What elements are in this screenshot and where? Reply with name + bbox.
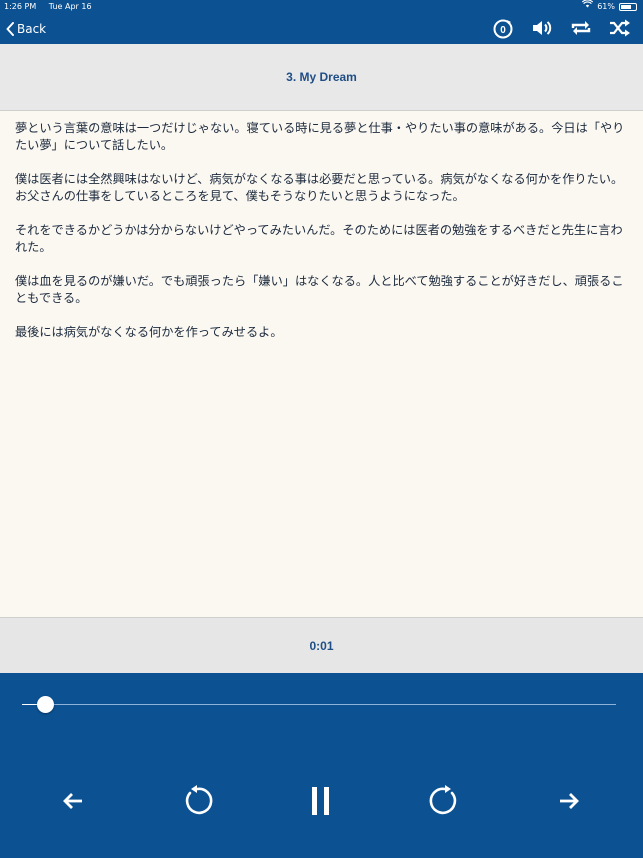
transcript-paragraph: それをできるかどうかは分からないけどやってみたいんだ。そのためには医者の勉強をす… <box>15 223 623 254</box>
top-bar: 1:26 PM Tue Apr 16 61% Back 0 <box>0 0 643 44</box>
transcript-paragraph: 夢という言葉の意味は一つだけじゃない。寝ている時に見る夢と仕事・やりたい事の意味… <box>15 121 625 152</box>
repeat-icon[interactable] <box>570 16 592 40</box>
seek-thumb[interactable] <box>37 696 55 713</box>
wifi-icon <box>582 0 594 13</box>
lesson-title-bar: 3. My Dream <box>0 44 643 111</box>
timer-badge: 0 <box>500 25 506 36</box>
transcript-paragraph: 僕は医者には全然興味はないけど、病気がなくなる事は必要だと思っている。病気がなく… <box>15 172 624 203</box>
back-label: Back <box>17 22 47 36</box>
lesson-title: 3. My Dream <box>286 70 357 84</box>
transcript-paragraph: 最後には病気がなくなる何かを作ってみせるよ。 <box>15 325 283 339</box>
elapsed-time: 0:01 <box>309 639 334 653</box>
forward-icon <box>429 785 457 815</box>
shuffle-icon[interactable] <box>609 16 631 40</box>
chevron-left-icon <box>6 22 14 36</box>
volume-icon[interactable] <box>531 16 553 40</box>
status-bar: 1:26 PM Tue Apr 16 61% <box>0 0 643 14</box>
forward-button[interactable] <box>425 781 465 821</box>
previous-button[interactable] <box>53 781 93 821</box>
player-controls <box>0 673 643 858</box>
transcript-text: 夢という言葉の意味は一つだけじゃない。寝ている時に見る夢と仕事・やりたい事の意味… <box>15 120 630 358</box>
rewind-button[interactable] <box>177 781 217 821</box>
sleep-timer-icon[interactable]: 0 <box>492 16 514 40</box>
elapsed-time-bar: 0:01 <box>0 617 643 674</box>
transcript-paragraph: 僕は血を見るのが嫌いだ。でも頑張ったら「嫌い」はなくなる。人と比べて勉強すること… <box>15 274 624 305</box>
status-time: 1:26 PM <box>4 2 37 11</box>
pause-button[interactable] <box>301 781 341 821</box>
battery-icon <box>619 2 637 11</box>
next-arrow-icon <box>560 793 579 809</box>
status-date: Tue Apr 16 <box>48 2 92 11</box>
back-button[interactable]: Back <box>6 18 46 40</box>
rewind-icon <box>185 785 213 815</box>
seek-track[interactable] <box>22 704 616 705</box>
previous-arrow-icon <box>63 793 82 809</box>
pause-icon <box>312 787 329 815</box>
next-button[interactable] <box>549 781 589 821</box>
battery-percent: 61% <box>597 2 615 11</box>
